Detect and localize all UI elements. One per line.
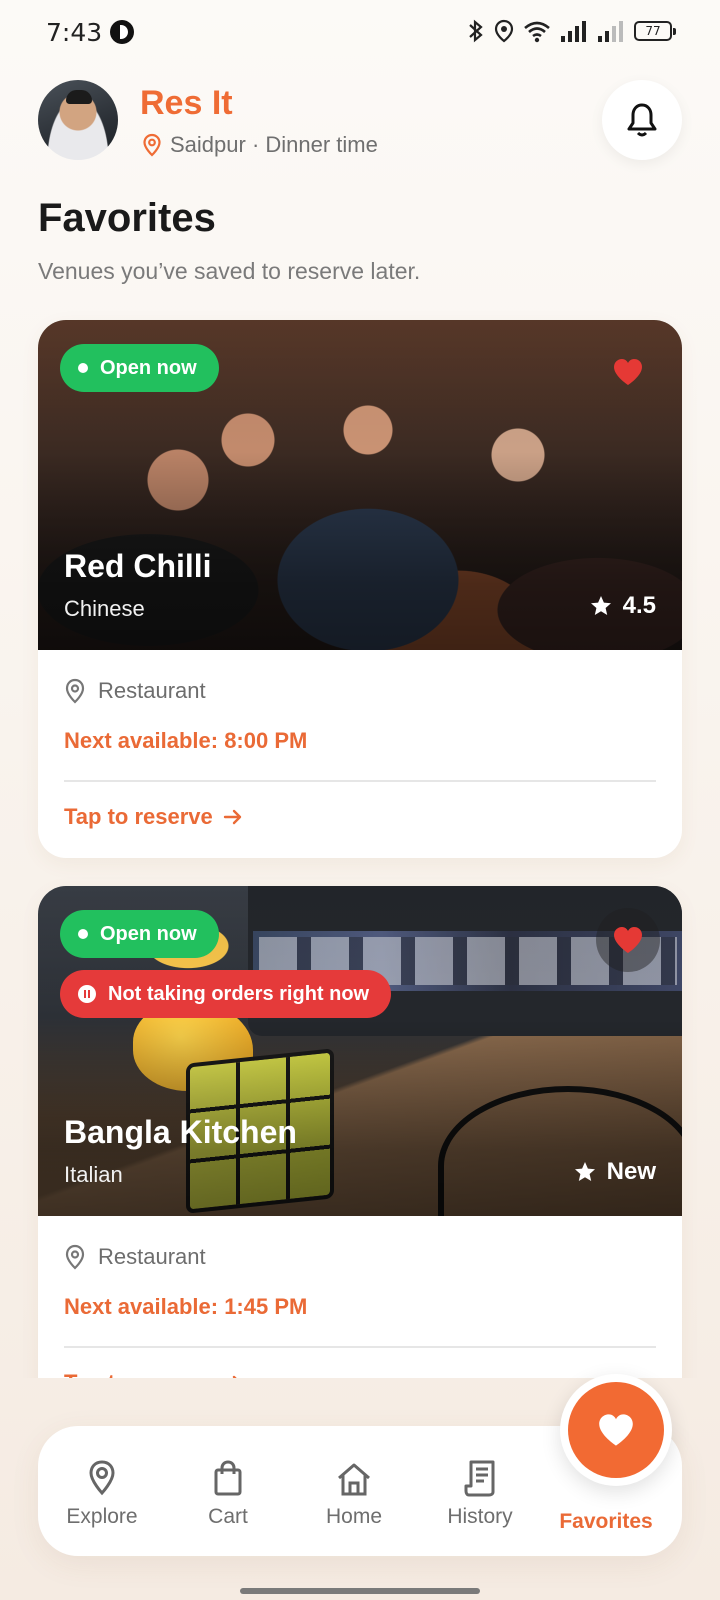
home-icon [338, 1463, 370, 1496]
nav-history[interactable]: History [416, 1426, 544, 1556]
nav-cart[interactable]: Cart [164, 1426, 292, 1556]
location-row[interactable]: Saidpur · Dinner time [142, 132, 378, 158]
app-notification-icon [110, 20, 134, 44]
wifi-icon [524, 21, 550, 43]
signal-icon [561, 21, 586, 42]
venue-cuisine: Chinese [64, 596, 145, 621]
map-pin-icon [65, 1244, 85, 1270]
shopping-bag-icon [214, 1460, 242, 1496]
favorites-list[interactable]: Open now Red Chilli Chinese 4.5 Restaura… [0, 300, 720, 1378]
bluetooth-icon [469, 19, 483, 43]
reserve-button[interactable]: Tap to reserve [64, 804, 656, 830]
page-title: Favorites [38, 196, 216, 240]
next-available: Next available: 1:45 PM [64, 1294, 308, 1319]
star-icon [574, 1162, 595, 1181]
open-badge: Open now [60, 910, 219, 958]
avatar[interactable] [38, 80, 118, 160]
signal-weak-icon [598, 21, 623, 42]
status-icons: 77 [467, 16, 676, 46]
status-dot-icon [78, 929, 88, 939]
status-bar: 7:43 77 [0, 0, 720, 62]
venue-image: Open now Not taking orders right now Ban… [38, 886, 682, 1216]
not-taking-orders-badge: Not taking orders right now [60, 970, 392, 1018]
venue-image: Open now Red Chilli Chinese 4.5 [38, 320, 682, 650]
venue-name: Red Chilli [64, 548, 212, 584]
reserve-button[interactable]: Tap to reserve [64, 1370, 656, 1378]
nav-explore[interactable]: Explore [38, 1426, 166, 1556]
divider [64, 1346, 656, 1348]
arrow-right-icon [223, 809, 241, 825]
status-dot-icon [78, 363, 88, 373]
map-pin-icon [89, 1460, 115, 1496]
heart-icon [599, 1414, 633, 1446]
pause-icon [78, 985, 96, 1003]
app-title: Res It [140, 84, 233, 122]
location-icon [494, 19, 514, 43]
star-icon [590, 596, 611, 615]
rating: New [573, 1158, 656, 1186]
rating: 4.5 [589, 592, 656, 620]
home-indicator[interactable] [240, 1588, 480, 1594]
divider [64, 780, 656, 782]
map-pin-icon [143, 133, 161, 157]
venue-type: Restaurant [64, 1244, 656, 1270]
nav-home[interactable]: Home [290, 1426, 418, 1556]
venue-type: Restaurant [64, 678, 656, 704]
favorites-fab[interactable] [560, 1374, 672, 1486]
arrow-right-icon [232, 1375, 237, 1378]
venue-card[interactable]: Open now Red Chilli Chinese 4.5 Restaura… [38, 320, 682, 858]
status-time: 7:43 [46, 18, 103, 47]
heart-icon [614, 359, 642, 385]
favorite-toggle[interactable] [596, 908, 660, 972]
venue-name: Bangla Kitchen [64, 1114, 297, 1150]
page-subtitle: Venues you’ve saved to reserve later. [38, 258, 421, 284]
next-available: Next available: 8:00 PM [64, 728, 308, 753]
receipt-icon [464, 1460, 495, 1497]
map-pin-icon [65, 678, 85, 704]
open-badge: Open now [60, 344, 219, 392]
heart-icon [614, 927, 642, 953]
venue-card[interactable]: Open now Not taking orders right now Ban… [38, 886, 682, 1378]
venue-cuisine: Italian [64, 1162, 123, 1187]
favorite-toggle[interactable] [596, 340, 660, 404]
battery-icon: 77 [634, 21, 676, 41]
bell-icon [627, 103, 657, 137]
notifications-button[interactable] [602, 80, 682, 160]
header: Res It Saidpur · Dinner time [38, 80, 682, 162]
location-text: Saidpur · Dinner time [170, 132, 378, 157]
